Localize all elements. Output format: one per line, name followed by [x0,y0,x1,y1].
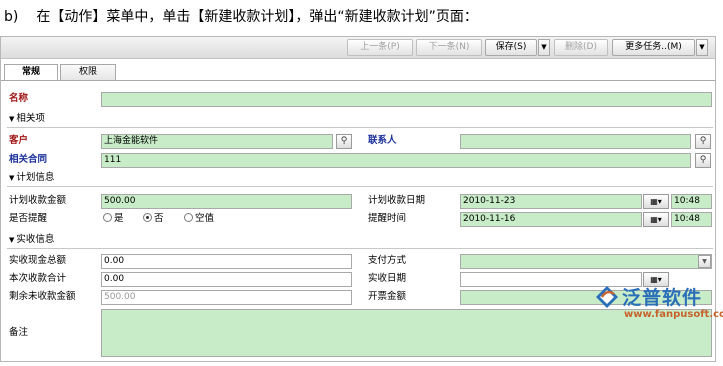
radio-checked-icon [143,213,152,222]
triangle-down-icon: ▼ [9,236,15,244]
remind-null-label: 空值 [195,213,215,224]
delete-button[interactable]: 删除(D) [554,39,608,56]
this-total-input[interactable]: 0.00 [101,272,352,287]
triangle-down-icon: ▼ [9,115,15,123]
invoice-label: 开票金额 [368,291,407,302]
name-input[interactable] [101,92,712,107]
remaining-label: 剩余未收款金额 [9,291,76,302]
contact-input[interactable] [460,134,691,149]
radio-unchecked-icon [103,213,112,222]
this-total-label: 本次收款合计 [9,273,67,284]
remind-date-input[interactable]: 2010-11-16 [460,212,642,227]
pay-method-select[interactable] [460,254,712,269]
section-divider [7,248,713,249]
contract-label: 相关合同 [9,154,48,165]
remind-label: 是否提醒 [9,213,48,224]
save-button[interactable]: 保存(S) [485,39,537,56]
actual-section-title: 实收信息 [16,234,55,245]
more-tasks-dropdown-icon[interactable]: ▼ [696,39,708,56]
remind-time-input[interactable]: 10:48 [671,212,712,227]
radio-unchecked-icon [184,213,193,222]
related-section-title: 相关项 [16,113,45,124]
plan-date-calendar-icon[interactable]: ▦▾ [643,194,669,209]
logo-name: 泛普软件 [622,287,703,309]
toolbar: 上一条(P) 下一条(N) 保存(S) ▼ 删除(D) 更多任务..(M) ▼ [1,37,715,59]
fanpu-logo-icon [596,286,618,308]
plan-section-title: 计划信息 [16,172,55,183]
remind-no-radio[interactable]: 否 [143,212,164,226]
tab-divider [1,80,715,81]
remind-null-radio[interactable]: 空值 [184,212,214,226]
actual-section-header[interactable]: ▼ 实收信息 [9,233,54,247]
plan-date-label: 计划收款日期 [368,195,426,206]
plan-time-input[interactable]: 10:48 [671,194,712,209]
remark-label: 备注 [9,327,29,338]
tab-general[interactable]: 常规 [4,64,58,81]
contact-magnifier-icon[interactable]: ⚲ [695,134,711,149]
pay-method-label: 支付方式 [368,255,407,266]
remind-yes-radio[interactable]: 是 [103,212,124,226]
name-label: 名称 [9,93,29,104]
triangle-down-icon: ▼ [9,174,15,182]
instruction-caption: b) 在【动作】菜单中，单击【新建收款计划】，弹出“新建收款计划”页面： [0,0,723,34]
remind-no-label: 否 [154,213,164,224]
save-dropdown-icon[interactable]: ▼ [538,39,550,56]
customer-magnifier-icon[interactable]: ⚲ [336,134,352,149]
logo-url: www.fanpusoft.com [624,309,723,320]
prev-record-button[interactable]: 上一条(P) [347,39,413,56]
instruction-text: 在【动作】菜单中，单击【新建收款计划】，弹出“新建收款计划”页面： [36,9,478,25]
remaining-input: 500.00 [101,290,352,305]
plan-section-header[interactable]: ▼ 计划信息 [9,171,54,185]
cash-total-label: 实收现金总额 [9,255,67,266]
actual-date-label: 实收日期 [368,273,407,284]
chevron-down-icon[interactable]: ▼ [698,255,711,268]
more-tasks-button[interactable]: 更多任务..(M) [612,39,695,56]
customer-input[interactable]: 上海金能软件 [101,134,333,149]
fanpu-logo: 泛普软件 www.fanpusoft.com [594,283,723,325]
plan-amount-label: 计划收款金额 [9,195,67,206]
contract-input[interactable]: 111 [101,153,691,168]
section-divider [7,186,713,187]
remind-yes-label: 是 [114,213,124,224]
next-record-button[interactable]: 下一条(N) [416,39,482,56]
plan-date-input[interactable]: 2010-11-23 [460,194,642,209]
section-divider [7,127,713,128]
contact-label: 联系人 [368,135,397,146]
remind-time-label: 提醒时间 [368,213,407,224]
cash-total-input[interactable]: 0.00 [101,254,352,269]
contract-magnifier-icon[interactable]: ⚲ [695,153,711,168]
remind-date-calendar-icon[interactable]: ▦▾ [643,212,669,227]
related-section-header[interactable]: ▼ 相关项 [9,112,45,126]
step-label: b) [4,9,19,25]
tab-permissions[interactable]: 权限 [60,64,116,80]
plan-amount-input[interactable]: 500.00 [101,194,352,209]
customer-label: 客户 [9,135,29,146]
